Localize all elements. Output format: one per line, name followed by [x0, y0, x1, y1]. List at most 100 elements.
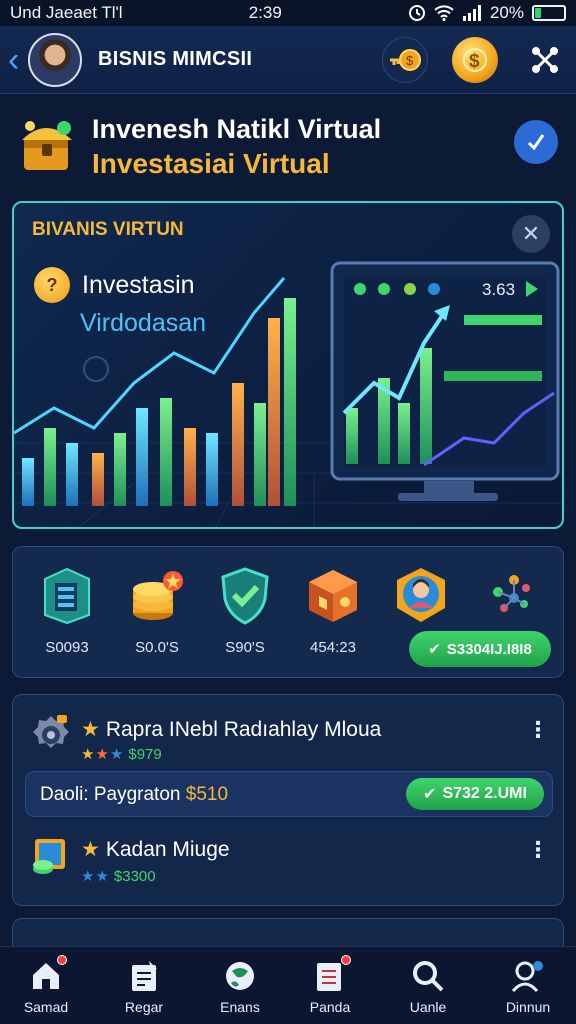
battery-fill [535, 8, 541, 18]
bottom-nav: Samad Regar Enans Panda Uanle Dinnun [0, 946, 576, 1024]
payment-label-text: Daoli: Paygraton [40, 784, 181, 805]
app-title: BISNIS MIMCSII [98, 48, 253, 70]
alarm-icon [408, 5, 425, 21]
app-header: ‹ BISNIS MIMCSII $ $ [0, 26, 576, 94]
svg-text:$: $ [406, 53, 414, 68]
hero-close-button[interactable]: ✕ [512, 215, 550, 253]
hero-subheadline: Virdodasan [80, 309, 207, 337]
tab-label: Uanle [409, 999, 447, 1015]
hero-tag: BIVANIS VIRTUN [32, 219, 184, 240]
status-icons: 20% [408, 3, 566, 23]
shield-check-icon [221, 567, 269, 625]
check-icon [527, 134, 545, 151]
check-action-button[interactable] [514, 120, 558, 164]
network-icon [532, 46, 558, 73]
asset-item[interactable]: S90'S [205, 565, 285, 656]
more-options-icon[interactable]: ⋮ [527, 719, 549, 741]
check-icon: ✔ [423, 786, 437, 803]
coin-key-icon: $ [390, 48, 421, 71]
star-icon: ★ [81, 838, 100, 861]
payment-row[interactable]: Daoli: Paygraton $510 ✔ S732 2.UMI [25, 771, 553, 817]
hero-headline: Investasin [82, 271, 195, 299]
cube-icon [309, 570, 357, 622]
svg-text:$: $ [469, 51, 480, 72]
globe-icon [226, 962, 254, 990]
notification-dot [57, 955, 67, 965]
avatar-badge-icon [397, 568, 445, 622]
rating-stars-icon: ★★ [81, 868, 110, 885]
asset-item[interactable]: 454:23 [293, 565, 373, 656]
battery-percent: 20% [489, 3, 524, 22]
payment-pill-button[interactable]: ✔ S732 2.UMI [406, 778, 544, 810]
list-item-sub: ★★ $3300 [81, 867, 156, 885]
tab-label: Regar [124, 999, 164, 1015]
hero-banner[interactable]: BIVANIS VIRTUN ✕ ? Investasin Virdodasan… [12, 201, 564, 529]
list-item-title: ★ Kadan Miuge [81, 837, 230, 862]
coin-key-button[interactable]: $ [382, 36, 428, 83]
page-subtitle: Investasiai Virtual [92, 148, 330, 179]
list-item-sub: ★★★ $979 [81, 745, 162, 763]
network-button[interactable] [522, 37, 568, 83]
tab-enans[interactable]: Enans [194, 947, 286, 1024]
balance-pill-label: S3304IJ.I8I8 [446, 640, 532, 658]
clock: 2:39 [248, 3, 282, 22]
signal-icon [462, 5, 481, 21]
list-item-amount: $3300 [113, 868, 156, 885]
tab-home[interactable]: Samad [0, 947, 92, 1024]
server-icon [44, 567, 90, 625]
asset-item[interactable]: S0093 [27, 565, 107, 656]
rating-stars-icon: ★★★ [81, 746, 125, 763]
notification-dot [341, 955, 351, 965]
page-title: Invenesh Natikl Virtual [92, 114, 382, 144]
molecule-icon [493, 575, 530, 612]
cash-box-icon [29, 833, 73, 877]
balance-pill-button[interactable]: ✔ S3304IJ.I8I8 [409, 631, 551, 667]
asset-item[interactable] [469, 565, 549, 625]
wifi-icon [434, 5, 454, 21]
star-icon: ★ [81, 718, 100, 741]
asset-value: 454:23 [310, 639, 356, 656]
title-section: Invenesh Natikl Virtual Investasiai Virt… [0, 100, 576, 192]
investment-list: ★ Rapra INebl Radıahlay Mloua ★★★ $979 ⋮ D… [12, 694, 564, 906]
close-icon: ✕ [521, 221, 541, 246]
document-icon [317, 963, 341, 991]
status-bar: Und Jaeaet Tl'l 2:39 20% [0, 0, 576, 26]
list-item-amount: $979 [128, 746, 162, 763]
tab-regar[interactable]: Regar [98, 947, 190, 1024]
more-options-icon[interactable]: ⋮ [527, 839, 549, 861]
monitor-value: 3.63 [482, 280, 516, 299]
asset-item[interactable]: S0.0'S [117, 565, 197, 656]
check-icon: ✔ [428, 641, 441, 658]
list-item-title: ★ Rapra INebl Radıahlay Mloua [81, 717, 381, 742]
tab-label: Panda [309, 999, 351, 1015]
tab-profile[interactable]: Dinnun [482, 947, 574, 1024]
asset-panel: S0093 S0.0'S S90'S 454:23 ✔ S3304IJ.I8I8 [12, 546, 564, 678]
payment-label: Daoli: Paygraton $510 [40, 784, 228, 806]
search-icon [413, 961, 444, 992]
hero-chart-illustration [14, 261, 562, 527]
asset-value: S0.0'S [135, 639, 179, 656]
payment-amount: $510 [185, 784, 229, 805]
asset-item[interactable] [381, 565, 461, 625]
gear-badge-icon [29, 713, 73, 757]
list-item-title-text: Kadan Miuge [105, 838, 230, 861]
list-item-title-text: Rapra INebl Radıahlay Mloua [105, 718, 382, 741]
asset-value: S0093 [45, 639, 89, 656]
coin-stack-icon [133, 571, 183, 620]
back-chevron-icon[interactable]: ‹ [8, 43, 22, 77]
coin-button[interactable]: $ [452, 36, 498, 83]
dollar-coin-icon: $ [463, 47, 487, 72]
tab-label: Samad [23, 999, 69, 1015]
tab-label: Enans [220, 999, 260, 1015]
clipboard-icon [132, 961, 157, 991]
home-icon [33, 963, 59, 989]
tab-search[interactable]: Uanle [382, 947, 474, 1024]
avatar[interactable] [28, 32, 82, 87]
tab-panda[interactable]: Panda [284, 947, 376, 1024]
carrier-label: Und Jaeaet Tl'l [10, 3, 123, 22]
asset-value: S90'S [225, 639, 265, 656]
treasure-chest-icon [22, 121, 72, 170]
battery-icon [532, 5, 566, 21]
user-settings-icon [511, 961, 543, 993]
payment-pill-label: S732 2.UMI [442, 785, 527, 802]
